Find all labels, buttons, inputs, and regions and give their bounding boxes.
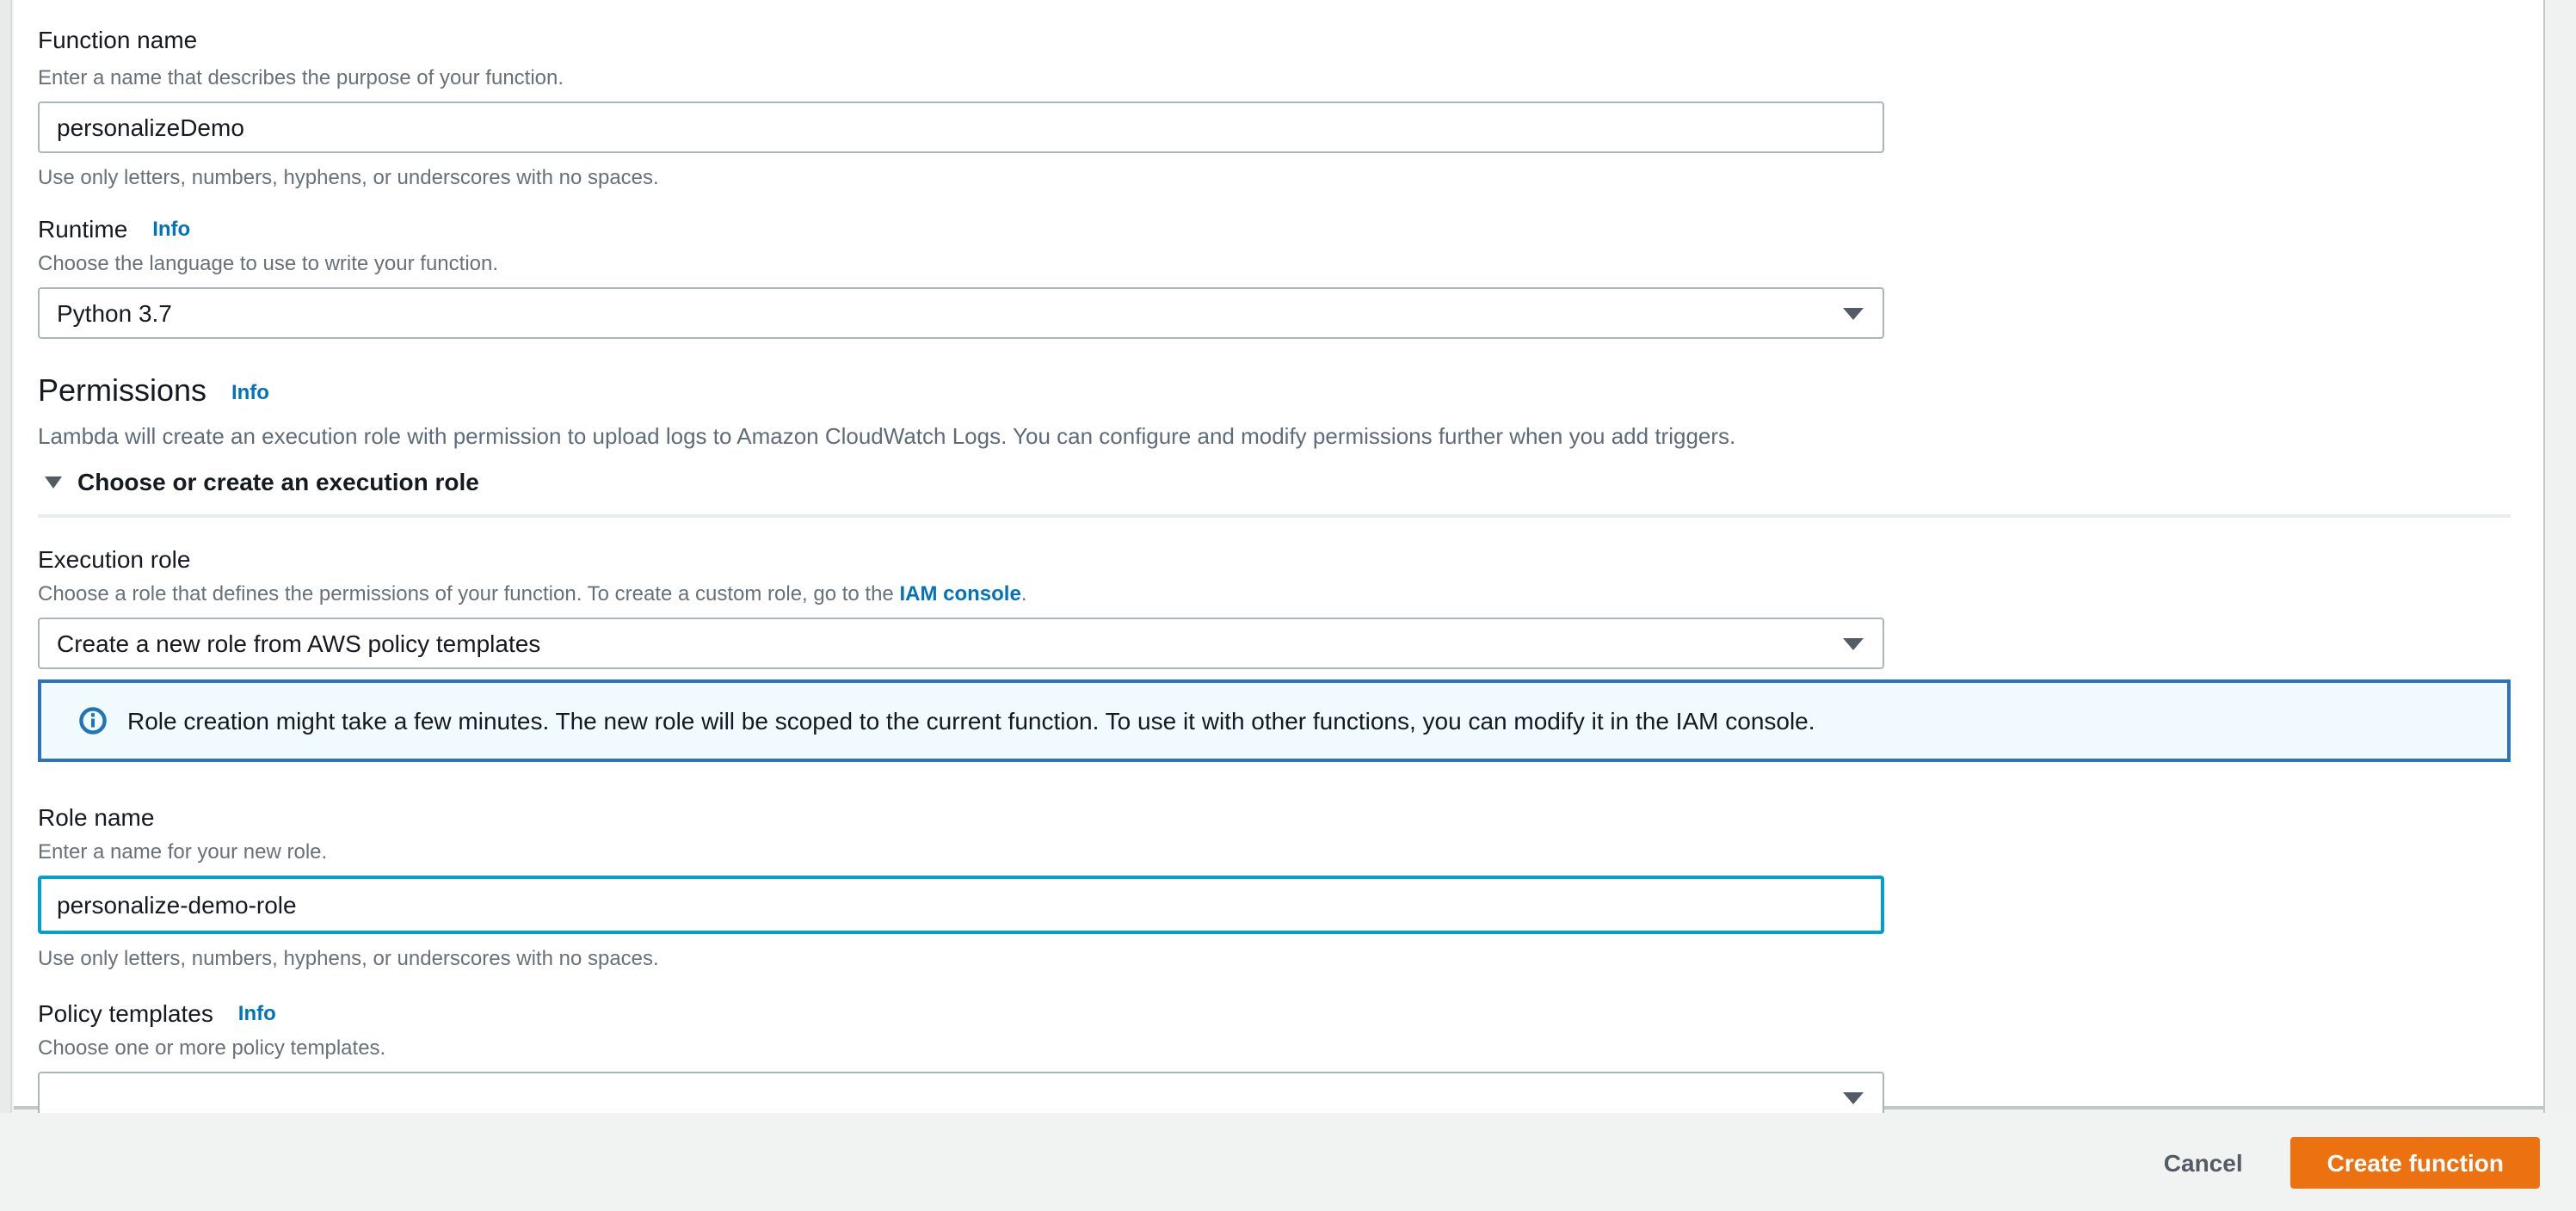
permissions-section: Permissions Info Lambda will create an e…: [38, 370, 2543, 518]
execution-role-label: Execution role: [38, 545, 191, 573]
execution-role-select[interactable]: Create a new role from AWS policy templa…: [38, 618, 1884, 669]
role-name-input[interactable]: [38, 876, 1884, 934]
policy-templates-info-link[interactable]: Info: [238, 1001, 276, 1025]
create-function-page: Function name Enter a name that describe…: [0, 0, 2576, 1211]
create-function-button[interactable]: Create function: [2290, 1136, 2540, 1188]
execution-role-selected-value: Create a new role from AWS policy templa…: [57, 630, 541, 657]
form-footer: Cancel Create function: [0, 1113, 2576, 1211]
info-circle-icon: [79, 707, 107, 735]
caret-down-icon: [1843, 1092, 1864, 1104]
runtime-select[interactable]: Python 3.7: [38, 287, 1884, 339]
execution-role-expander[interactable]: Choose or create an execution role: [38, 456, 2543, 507]
execution-role-field: Execution role Choose a role that define…: [38, 542, 2543, 762]
role-name-field: Role name Enter a name for your new role…: [38, 800, 2543, 972]
role-creation-alert-text: Role creation might take a few minutes. …: [127, 707, 1815, 735]
function-name-constraint: Use only letters, numbers, hyphens, or u…: [38, 165, 659, 189]
policy-templates-field: Policy templates Info Choose one or more…: [38, 996, 2543, 1123]
section-divider: [38, 514, 2511, 518]
basic-information-panel: Function name Enter a name that describe…: [14, 0, 2543, 1123]
iam-console-link[interactable]: IAM console: [899, 581, 1020, 606]
permissions-info-link[interactable]: Info: [231, 380, 269, 404]
runtime-label: Runtime: [38, 215, 128, 243]
role-creation-alert: Role creation might take a few minutes. …: [38, 679, 2511, 762]
role-name-description: Enter a name for your new role.: [38, 839, 328, 864]
runtime-description: Choose the language to use to write your…: [38, 251, 499, 275]
function-name-field: Function name Enter a name that describe…: [38, 22, 2543, 191]
function-name-label: Function name: [38, 26, 198, 53]
caret-down-icon: [45, 476, 62, 488]
scrollbar-track[interactable]: [2543, 0, 2576, 1113]
cancel-button[interactable]: Cancel: [2164, 1148, 2243, 1176]
policy-templates-description: Choose one or more policy templates.: [38, 1036, 386, 1060]
expander-label: Choose or create an execution role: [77, 468, 479, 495]
caret-down-icon: [1843, 308, 1864, 320]
function-name-input[interactable]: [38, 101, 1884, 153]
permissions-title: Permissions: [38, 373, 207, 408]
function-name-description: Enter a name that describes the purpose …: [38, 65, 564, 89]
role-name-label: Role name: [38, 803, 155, 831]
role-name-constraint: Use only letters, numbers, hyphens, or u…: [38, 946, 659, 970]
runtime-selected-value: Python 3.7: [57, 299, 172, 327]
policy-templates-label: Policy templates: [38, 999, 213, 1027]
runtime-field: Runtime Info Choose the language to use …: [38, 212, 2543, 339]
execution-role-description: Choose a role that defines the permissio…: [38, 581, 1027, 606]
permissions-description: Lambda will create an execution role wit…: [38, 423, 1736, 449]
caret-down-icon: [1843, 638, 1864, 650]
runtime-info-link[interactable]: Info: [152, 217, 190, 241]
page-left-gutter: [0, 0, 12, 1113]
